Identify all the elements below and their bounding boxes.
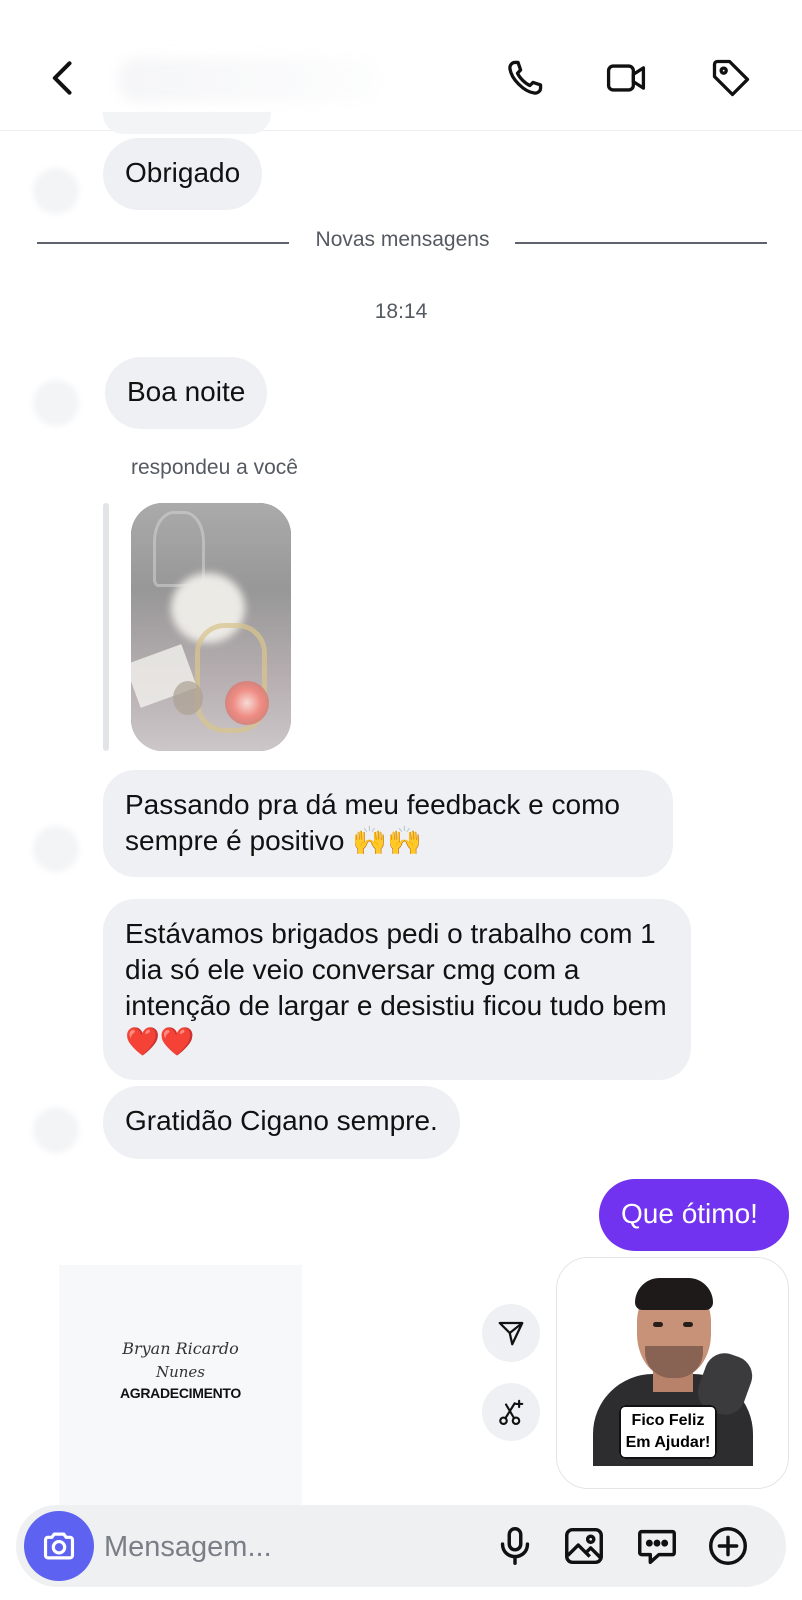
message-bubble-incoming[interactable]: Gratidão Cigano sempre. xyxy=(103,1086,460,1159)
message-text: Estávamos brigados pedi o trabalho com 1… xyxy=(125,918,667,1057)
message-text: Gratidão Cigano sempre. xyxy=(125,1105,438,1136)
camera-icon[interactable] xyxy=(24,1511,94,1581)
message-timestamp: 18:14 xyxy=(374,300,428,323)
message-bubble-incoming[interactable]: Passando pra dá meu feedback e como semp… xyxy=(103,770,673,877)
microphone-icon[interactable] xyxy=(487,1518,543,1574)
divider-line-left xyxy=(37,242,289,244)
back-icon[interactable] xyxy=(36,50,92,106)
video-icon[interactable] xyxy=(598,50,654,106)
message-bubble-incoming[interactable]: Obrigado xyxy=(103,138,263,210)
message-text: Obrigado xyxy=(125,157,241,188)
scissors-sparkle-icon[interactable] xyxy=(482,1383,540,1441)
sticker-message[interactable]: Fico Feliz Em Ajudar! xyxy=(556,1257,789,1489)
replied-story-photo[interactable] xyxy=(131,503,291,751)
card-title: AGRADECIMENTO xyxy=(119,1385,242,1401)
message-bubble-incoming[interactable]: Boa noite xyxy=(105,357,268,429)
sender-avatar xyxy=(33,1107,79,1153)
message-bubble-outgoing[interactable]: Que ótimo! xyxy=(599,1179,789,1251)
message-composer xyxy=(16,1505,786,1587)
plus-icon[interactable] xyxy=(700,1518,756,1574)
message-text: Boa noite xyxy=(127,376,246,407)
card-signature: Bryan Ricardo xyxy=(122,1339,239,1358)
sticker-caption-line: Fico Feliz xyxy=(631,1412,705,1429)
message-text: Que ótimo! xyxy=(621,1198,758,1229)
sticker-caption: Fico Feliz Em Ajudar! xyxy=(619,1405,717,1459)
phone-icon[interactable] xyxy=(497,50,553,106)
contact-name-blurred[interactable] xyxy=(118,58,378,102)
send-paper-plane-icon[interactable] xyxy=(482,1304,540,1362)
sticker-message-icon[interactable] xyxy=(629,1518,685,1574)
sender-avatar xyxy=(33,826,79,872)
message-bubble-incoming[interactable]: Estávamos brigados pedi o trabalho com 1… xyxy=(103,899,691,1080)
tag-icon[interactable] xyxy=(703,50,759,106)
card-signature-surname: Nunes xyxy=(155,1363,206,1381)
sender-avatar xyxy=(33,380,79,426)
reply-quote-bar xyxy=(103,503,109,751)
reply-label: respondeu a você xyxy=(131,456,298,479)
previous-bubble-edge xyxy=(103,112,271,134)
gallery-icon[interactable] xyxy=(556,1518,612,1574)
shared-thank-you-card[interactable]: Bryan Ricardo Nunes AGRADECIMENTO xyxy=(59,1265,302,1505)
message-input[interactable] xyxy=(102,1521,486,1573)
new-messages-divider: Novas mensagens xyxy=(315,228,490,251)
sticker-caption-line: Em Ajudar! xyxy=(625,1434,711,1451)
sender-avatar xyxy=(33,168,79,214)
message-text: Passando pra dá meu feedback e como semp… xyxy=(125,789,620,856)
divider-line-right xyxy=(515,242,767,244)
